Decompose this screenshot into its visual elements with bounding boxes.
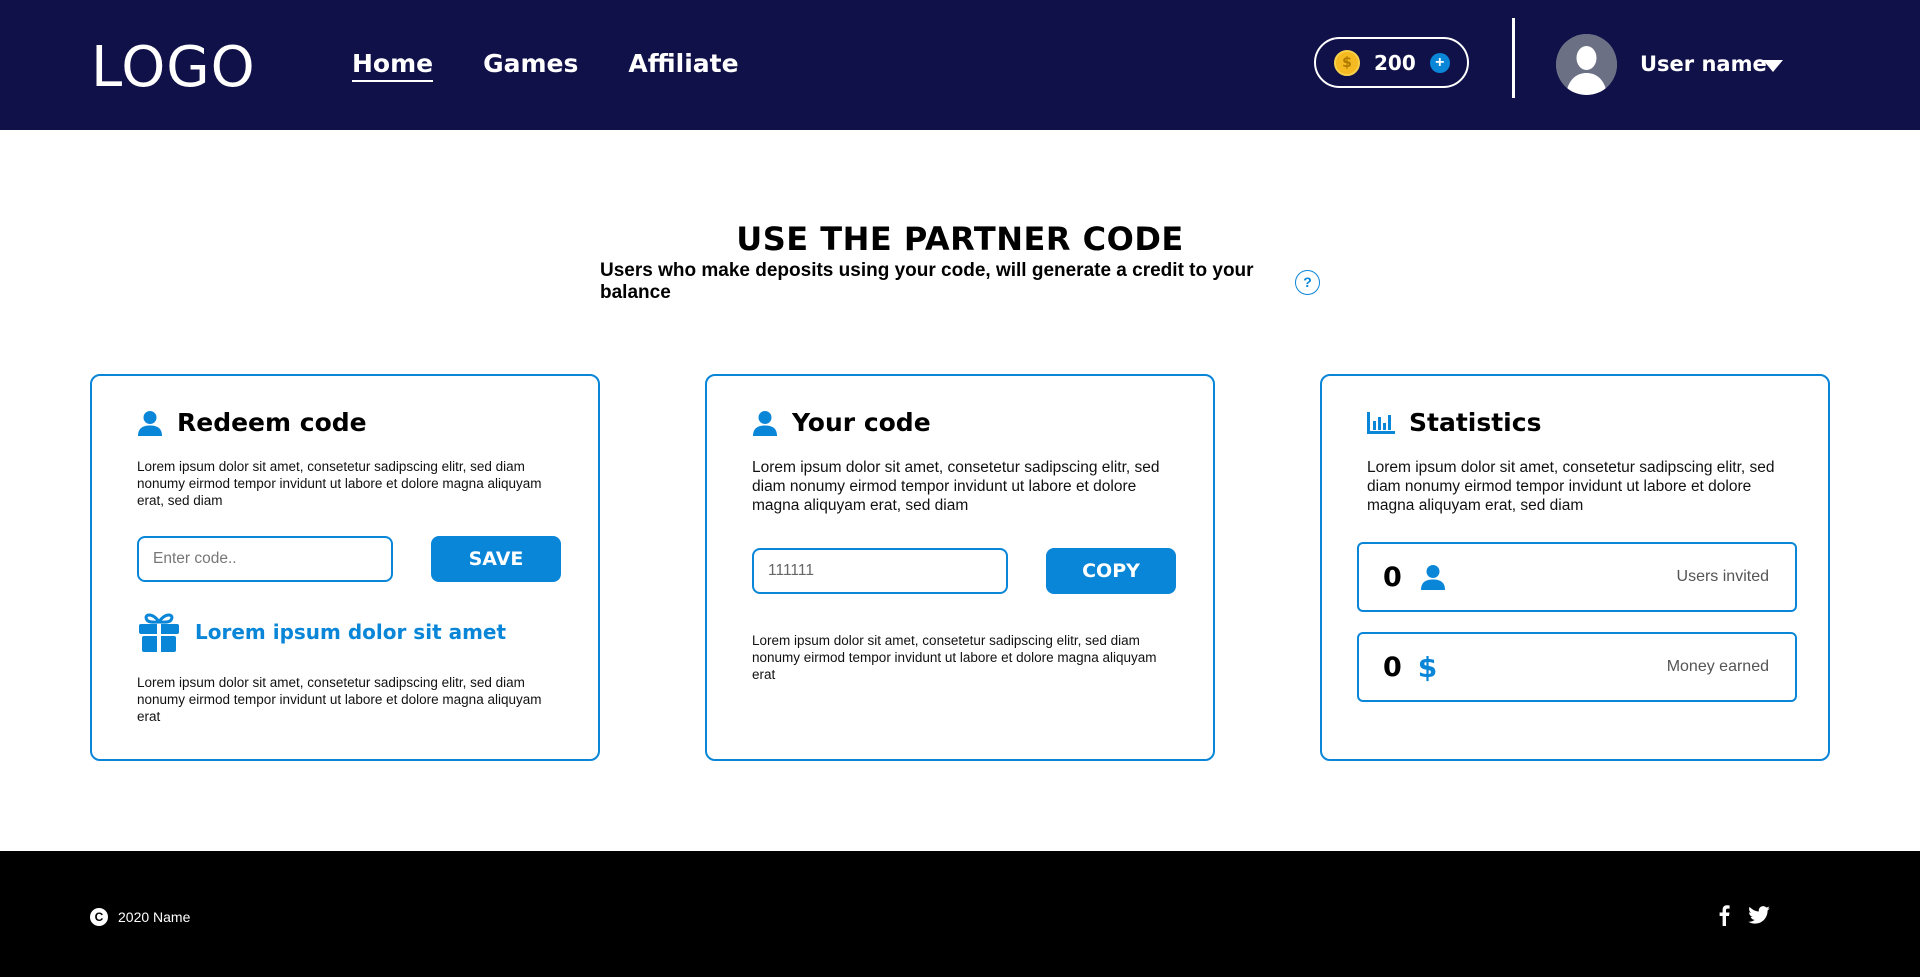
facebook-icon[interactable] <box>1712 903 1736 927</box>
redeem-code-input[interactable] <box>137 536 393 582</box>
user-icon <box>1420 565 1445 590</box>
user-icon <box>753 410 777 436</box>
twitter-icon[interactable] <box>1747 903 1771 927</box>
copyright: C 2020 Name <box>90 908 190 926</box>
money-earned-row: 0 $ Money earned <box>1357 632 1797 702</box>
header-divider <box>1512 18 1515 98</box>
page-title: USE THE PARTNER CODE <box>736 220 1184 258</box>
promo-row: Lorem ipsum dolor sit amet <box>137 612 506 652</box>
caret-down-icon[interactable] <box>1763 60 1783 72</box>
your-code-card-header: Your code <box>752 408 931 437</box>
page-subtitle-text: Users who make deposits using your code,… <box>600 260 1254 303</box>
user-icon <box>138 410 162 436</box>
copyright-icon: C <box>90 908 108 926</box>
your-code-card-description: Lorem ipsum dolor sit amet, consetetur s… <box>752 459 1160 514</box>
money-earned-value: 0 <box>1383 651 1402 683</box>
nav-games[interactable]: Games <box>483 48 578 82</box>
redeem-card-title: Redeem code <box>177 408 367 437</box>
balance-value: 200 <box>1374 50 1416 75</box>
promo-title[interactable]: Lorem ipsum dolor sit amet <box>195 620 506 644</box>
your-code-card: Your code Lorem ipsum dolor sit amet, co… <box>705 374 1215 761</box>
twitter-glyph <box>1748 906 1770 924</box>
nav-affiliate[interactable]: Affiliate <box>628 48 738 82</box>
your-code-footnote: Lorem ipsum dolor sit amet, consetetur s… <box>752 633 1157 682</box>
redeem-card-header: Redeem code <box>137 408 367 437</box>
statistics-card-header: Statistics <box>1367 408 1541 437</box>
users-invited-row: 0 Users invited <box>1357 542 1797 612</box>
nav-home[interactable]: Home <box>352 48 434 82</box>
users-invited-value: 0 <box>1383 561 1402 593</box>
help-icon[interactable]: ? <box>1295 269 1320 295</box>
user-name[interactable]: User name <box>1640 52 1767 76</box>
balance-pill[interactable]: $ 200 + <box>1314 37 1469 88</box>
add-balance-icon[interactable]: + <box>1429 52 1450 73</box>
facebook-glyph <box>1719 905 1730 926</box>
top-header: LOGO Home Games Affiliate $ 200 + User n… <box>0 0 1920 130</box>
footer: C 2020 Name <box>0 851 1920 977</box>
avatar-silhouette-icon <box>1556 34 1617 95</box>
copy-button[interactable]: COPY <box>1046 548 1176 594</box>
user-avatar[interactable] <box>1556 34 1617 95</box>
promo-description: Lorem ipsum dolor sit amet, consetetur s… <box>137 675 542 724</box>
redeem-code-card: Redeem code Lorem ipsum dolor sit amet, … <box>90 374 600 761</box>
copyright-text: 2020 Name <box>118 909 191 925</box>
statistics-card: Statistics Lorem ipsum dolor sit amet, c… <box>1320 374 1830 761</box>
your-code-field[interactable] <box>752 548 1008 594</box>
statistics-card-description: Lorem ipsum dolor sit amet, consetetur s… <box>1367 459 1775 514</box>
bar-chart-icon <box>1367 411 1395 434</box>
redeem-card-description: Lorem ipsum dolor sit amet, consetetur s… <box>137 459 542 508</box>
save-button[interactable]: SAVE <box>431 536 561 582</box>
dollar-icon: $ <box>1417 650 1438 684</box>
page-subtitle: Users who make deposits using your code,… <box>600 260 1320 304</box>
your-code-card-title: Your code <box>792 408 931 437</box>
coin-icon: $ <box>1334 49 1360 76</box>
gift-icon <box>139 613 179 652</box>
main-nav: Home Games Affiliate <box>352 48 789 82</box>
statistics-card-title: Statistics <box>1409 408 1542 437</box>
users-invited-label: Users invited <box>1676 568 1769 585</box>
money-earned-label: Money earned <box>1666 658 1769 675</box>
logo[interactable]: LOGO <box>91 38 256 98</box>
